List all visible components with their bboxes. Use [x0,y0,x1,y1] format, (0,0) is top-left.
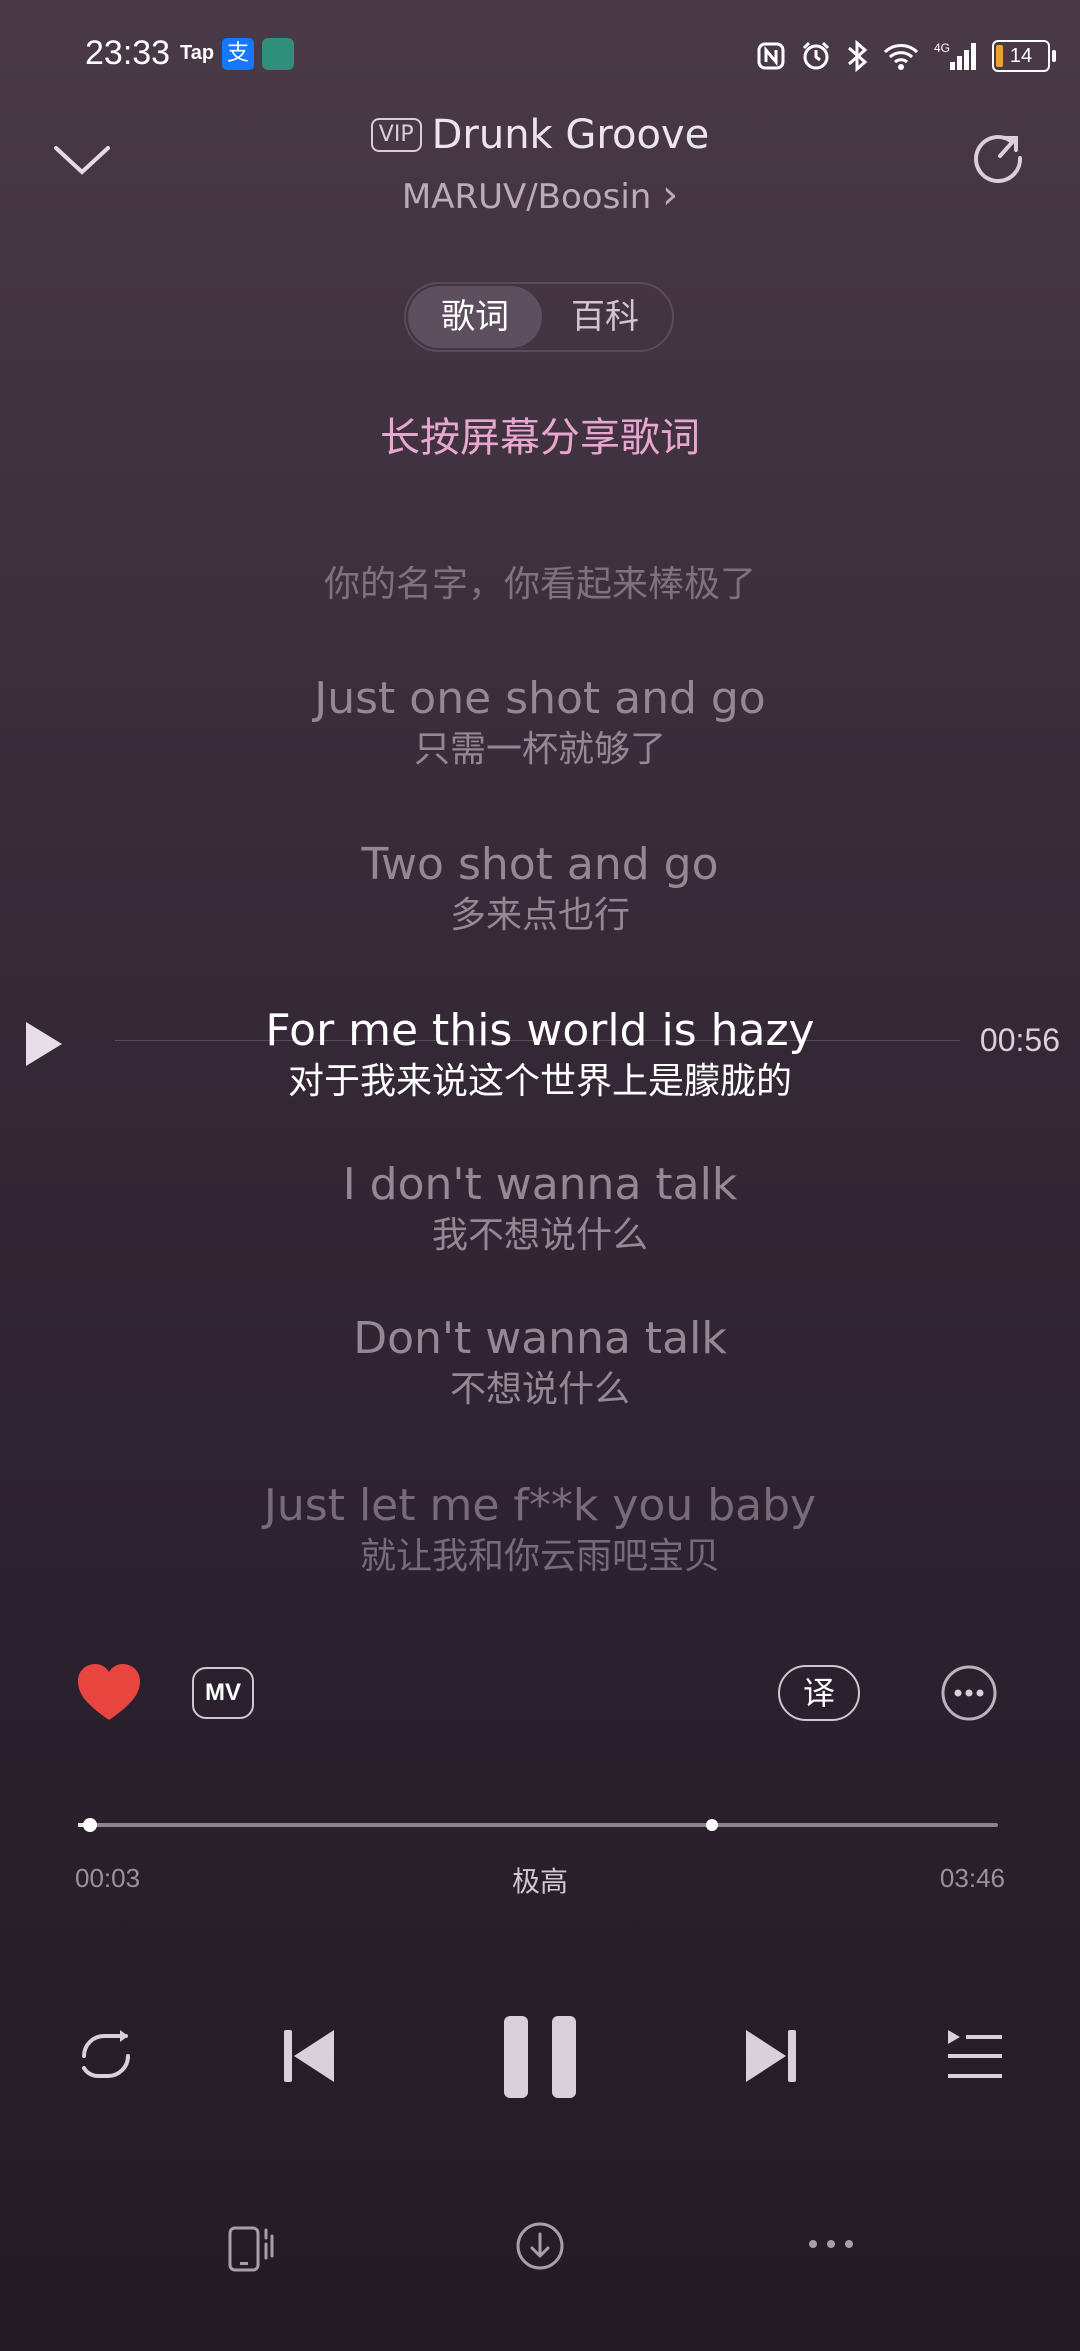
lyric-line-current[interactable]: For me this world is hazy 对于我来说这个世界上是朦胧的 [0,1004,1080,1106]
total-time: 03:46 [939,1863,1005,1893]
alipay-icon: 支 [222,38,254,70]
repeat-icon[interactable] [74,2026,138,2086]
lyric-translation: 多来点也行 [449,895,630,936]
bluetooth-icon [848,39,868,73]
lyric-line[interactable]: 你的名字，你看起来棒极了 [0,561,1080,609]
status-time: 23:33 [85,34,171,72]
battery-icon: 14 [992,40,1056,72]
alarm-icon [802,41,830,70]
device-output-icon[interactable] [226,2222,278,2274]
tap-app-icon: Tap [180,42,215,64]
tab-wiki[interactable]: 百科 [540,286,670,348]
mv-button[interactable]: MV [192,1667,254,1719]
translate-button[interactable]: 译 [778,1665,860,1721]
lyric-translation: 不想说什么 [449,1369,630,1410]
progress-bar[interactable] [78,1823,998,1827]
lyric-line[interactable]: Just one shot and go 只需一杯就够了 [0,672,1080,774]
more-options-icon[interactable] [940,1664,998,1722]
lyric-line[interactable]: Two shot and go 多来点也行 [0,838,1080,940]
previous-track-icon[interactable] [280,2026,338,2086]
wifi-icon [883,44,919,70]
chevron-right-icon: › [662,172,679,218]
battery-level: 14 [1009,45,1033,67]
song-header: VIP Drunk Groove [0,110,1080,158]
lyric-translation: 你的名字，你看起来棒极了 [323,564,756,605]
progress-knob[interactable] [82,1818,97,1832]
artist-link[interactable]: MARUV/Boosin › [0,172,1080,218]
vip-badge: VIP [370,118,422,152]
status-bar: 23:33 Tap 支 4G 14 [0,0,1080,110]
song-title: Drunk Groove [431,112,710,158]
nfc-icon [757,42,785,70]
svg-text:4G: 4G [934,41,950,55]
lyric-text: For me this world is hazy [265,1005,815,1056]
like-heart-icon[interactable] [76,1662,142,1724]
tab-lyrics[interactable]: 歌词 [408,286,542,348]
lyric-text: Don't wanna talk [353,1313,727,1364]
app-notification-icon [262,38,294,70]
progress-highlight-marker [706,1819,718,1831]
pause-icon[interactable] [500,2014,580,2100]
artist-name: MARUV/Boosin [401,177,652,217]
lyric-line[interactable]: Just let me f**k you baby 就让我和你云雨吧宝贝 [0,1479,1080,1581]
signal-4g-icon: 4G [934,41,976,70]
playlist-icon[interactable] [944,2028,1004,2084]
more-dots-icon[interactable] [808,2234,854,2254]
download-icon[interactable] [514,2220,566,2272]
audio-quality[interactable]: 极高 [0,1860,1080,1900]
lyric-text: Just one shot and go [314,673,766,724]
lyric-translation: 只需一杯就够了 [413,729,666,770]
lyric-text: Two shot and go [361,839,719,890]
status-icons: 4G 14 [756,36,1056,76]
share-lyrics-hint: 长按屏幕分享歌词 [380,415,700,461]
lyric-translation: 我不想说什么 [431,1215,648,1256]
lyric-translation: 对于我来说这个世界上是朦胧的 [287,1061,792,1102]
lyric-line[interactable]: Don't wanna talk 不想说什么 [0,1312,1080,1414]
lyric-text: I don't wanna talk [342,1159,738,1210]
lyric-translation: 就让我和你云雨吧宝贝 [359,1536,720,1577]
share-icon[interactable] [968,130,1030,192]
next-track-icon[interactable] [742,2026,800,2086]
lyric-text: Just let me f**k you baby [263,1480,817,1531]
lyric-line[interactable]: I don't wanna talk 我不想说什么 [0,1158,1080,1260]
